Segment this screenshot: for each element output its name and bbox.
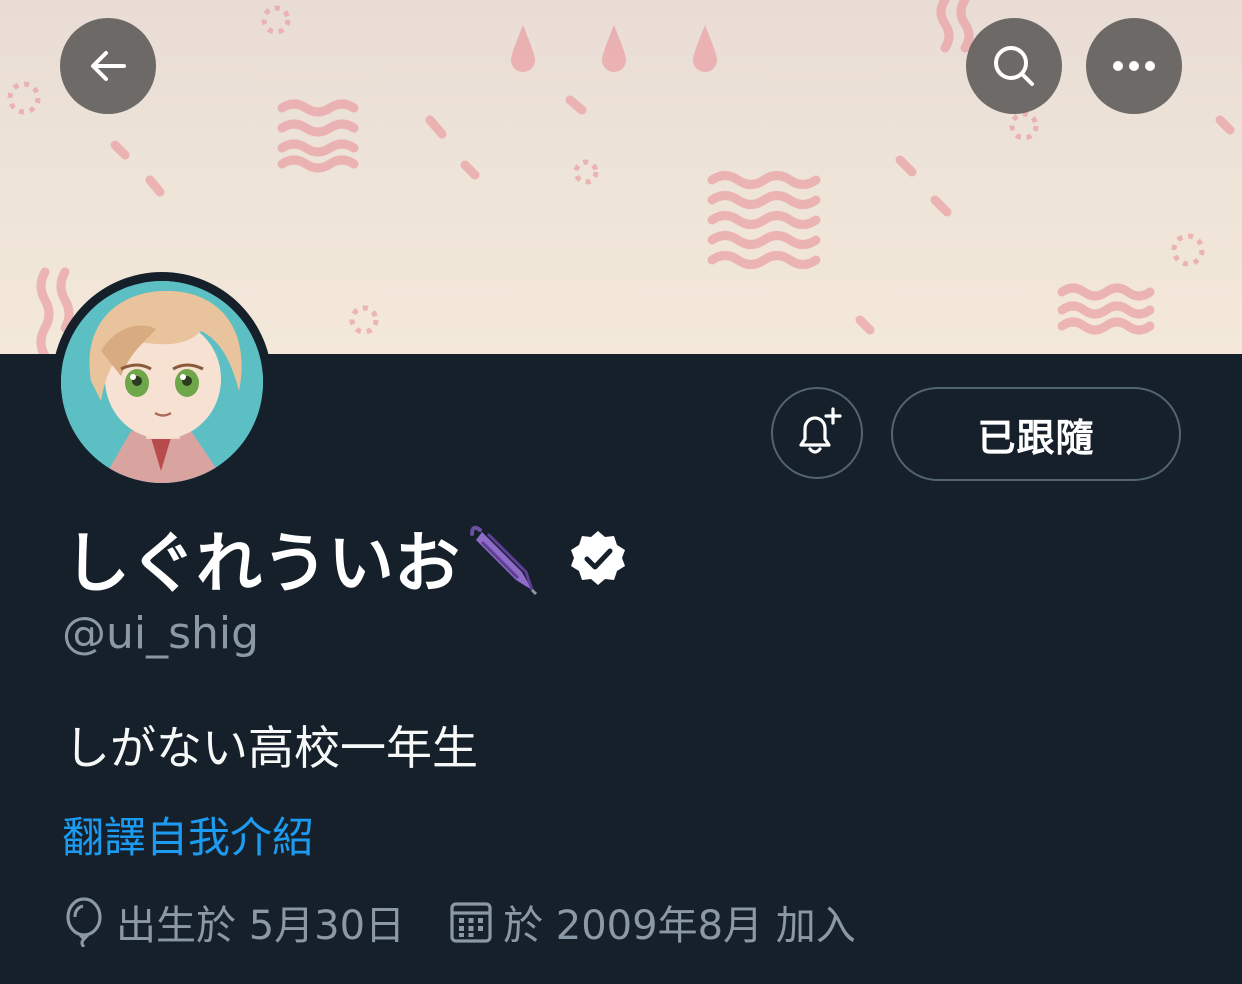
- back-button[interactable]: [60, 18, 156, 114]
- avatar-image: [61, 281, 263, 483]
- following-button[interactable]: 已跟隨: [891, 387, 1181, 481]
- profile-meta: 出生於 5月30日 於 2009年8月 加入: [62, 892, 900, 952]
- closed-umbrella-emoji: [470, 525, 538, 596]
- calendar-icon: [450, 902, 492, 943]
- joined-item: 於 2009年8月 加入: [449, 893, 856, 951]
- display-name: しぐれういお: [64, 525, 460, 602]
- search-icon: [994, 46, 1034, 86]
- birthday-text: 出生於 5月30日: [116, 903, 406, 949]
- more-button[interactable]: [1086, 18, 1182, 114]
- translate-bio-link[interactable]: 翻譯自我介紹: [62, 804, 314, 865]
- verified-badge-icon: [571, 531, 625, 585]
- bell-plus-icon: [799, 407, 842, 454]
- bio: しがない高校一年生: [64, 721, 478, 775]
- handle: @ui_shig: [62, 608, 260, 659]
- balloon-icon: [66, 897, 102, 947]
- birthday-item: 出生於 5月30日: [62, 893, 405, 951]
- joined-text: 於 2009年8月 加入: [503, 903, 856, 949]
- notify-button[interactable]: [771, 387, 863, 479]
- search-button[interactable]: [966, 18, 1062, 114]
- more-horizontal-icon: [1113, 61, 1155, 71]
- arrow-left-icon: [91, 51, 126, 81]
- avatar[interactable]: [52, 272, 272, 492]
- display-name-row: しぐれういお: [64, 518, 628, 602]
